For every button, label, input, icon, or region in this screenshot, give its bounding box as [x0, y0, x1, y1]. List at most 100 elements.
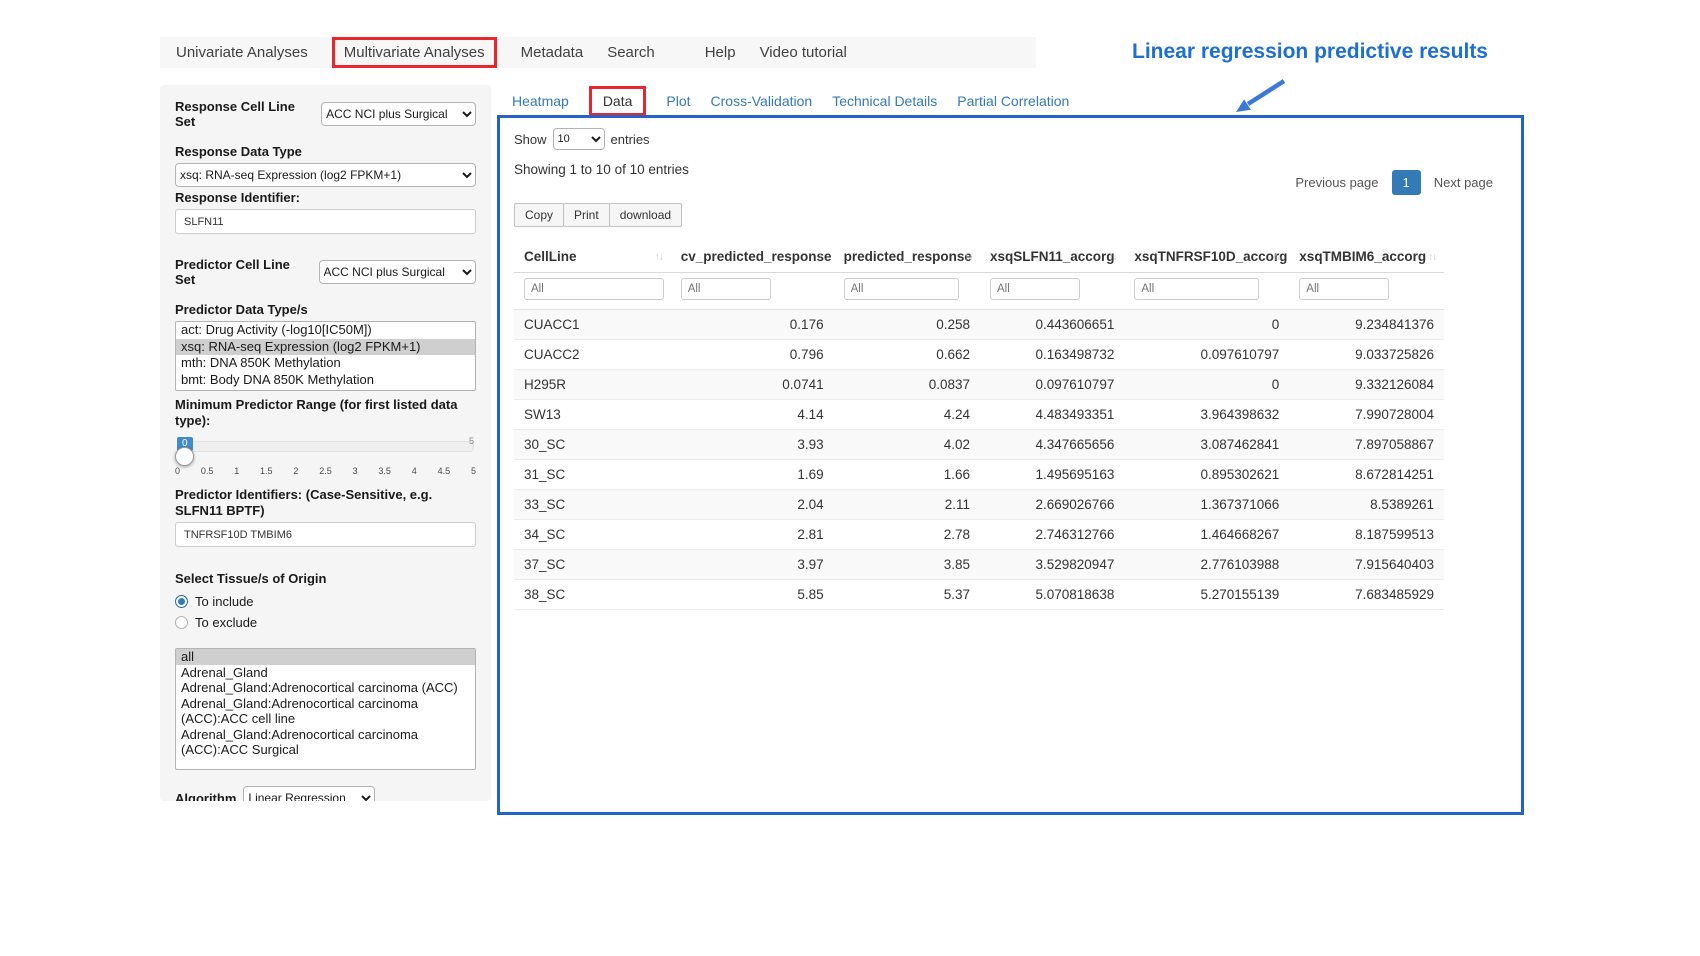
filter-input-xsqtnfrsf10d-accorg[interactable] — [1134, 278, 1259, 300]
radio-to-include[interactable]: To include — [175, 594, 476, 609]
table-row[interactable]: CUACC10.1760.2580.44360665109.234841376 — [514, 310, 1444, 340]
tab-partial-correlation[interactable]: Partial Correlation — [957, 93, 1069, 109]
cell-line-name: 30_SC — [514, 430, 671, 460]
filter-input-cv-predicted-response[interactable] — [681, 278, 771, 300]
cell-value: 2.78 — [834, 520, 980, 550]
column-header-cellline[interactable]: CellLine↑↓ — [514, 241, 671, 273]
table-row[interactable]: 31_SC1.691.661.4956951630.8953026218.672… — [514, 460, 1444, 490]
cell-value: 4.483493351 — [980, 400, 1124, 430]
sort-icon[interactable]: ↑↓ — [655, 251, 663, 262]
tab-cross-validation[interactable]: Cross-Validation — [711, 93, 813, 109]
copy-button[interactable]: Copy — [514, 203, 564, 227]
filter-input-xsqtmbim6-accorg[interactable] — [1299, 278, 1389, 300]
predictor-data-type-option-act-drug-activity-log10-ic50m[interactable]: act: Drug Activity (-log10[IC50M]) — [176, 322, 475, 339]
tissue-option-adrenal-gland-adrenocortical-carcinoma-acc-acc-s[interactable]: Adrenal_Gland:Adrenocortical carcinoma (… — [176, 727, 475, 758]
slider-tick: 4 — [412, 466, 417, 476]
slider-track[interactable] — [177, 441, 474, 452]
min-range-slider[interactable]: 0 5 00.511.522.533.544.55 — [175, 433, 476, 479]
algorithm-select[interactable]: Linear Regression — [243, 786, 375, 801]
nav-item-search[interactable]: Search — [607, 44, 655, 61]
column-header-xsqtnfrsf10d-accorg[interactable]: xsqTNFRSF10D_accorg↑↓ — [1124, 241, 1289, 273]
tab-plot[interactable]: Plot — [666, 93, 690, 109]
response-identifier-input[interactable] — [175, 209, 476, 234]
filter-input-cellline[interactable] — [524, 278, 664, 300]
tab-technical-details[interactable]: Technical Details — [832, 93, 937, 109]
tissue-origin-label: Select Tissue/s of Origin — [175, 571, 476, 587]
sort-icon[interactable]: ↑↓ — [964, 251, 972, 262]
download-button[interactable]: download — [609, 203, 682, 227]
table-row[interactable]: CUACC20.7960.6620.1634987320.0976107979.… — [514, 340, 1444, 370]
cell-value: 8.5389261 — [1289, 490, 1444, 520]
algorithm-label: Algorithm — [175, 791, 236, 802]
column-header-xsqslfn11-accorg[interactable]: xsqSLFN11_accorg↑↓ — [980, 241, 1124, 273]
tab-data[interactable]: Data — [589, 86, 647, 116]
radio-include-icon[interactable] — [175, 595, 188, 608]
response-data-type-select[interactable]: xsq: RNA-seq Expression (log2 FPKM+1) — [175, 163, 476, 187]
cell-value: 8.672814251 — [1289, 460, 1444, 490]
table-row[interactable]: 37_SC3.973.853.5298209472.7761039887.915… — [514, 550, 1444, 580]
predictor-data-type-option-bmt-body-dna-850k-methylation[interactable]: bmt: Body DNA 850K Methylation — [176, 372, 475, 389]
sort-icon[interactable]: ↑↓ — [1428, 251, 1436, 262]
tissue-origin-listbox[interactable]: allAdrenal_GlandAdrenal_Gland:Adrenocort… — [175, 648, 476, 770]
sidebar-panel: Response Cell Line Set ACC NCI plus Surg… — [160, 85, 491, 801]
nav-item-metadata[interactable]: Metadata — [521, 44, 584, 61]
radio-exclude-icon[interactable] — [175, 616, 188, 629]
predictor-data-type-listbox[interactable]: act: Drug Activity (-log10[IC50M])xsq: R… — [175, 321, 476, 391]
table-row[interactable]: H295R0.07410.08370.09761079709.332126084 — [514, 370, 1444, 400]
cell-value: 4.14 — [671, 400, 834, 430]
predictor-cell-line-set-label: Predictor Cell Line Set — [175, 257, 312, 287]
filter-input-predicted-response[interactable] — [844, 278, 959, 300]
previous-page-button[interactable]: Previous page — [1285, 170, 1388, 195]
column-header-predicted-response[interactable]: predicted_response↑↓ — [834, 241, 980, 273]
tissue-option-all[interactable]: all — [176, 649, 475, 665]
cell-value: 1.464668267 — [1124, 520, 1289, 550]
next-page-button[interactable]: Next page — [1424, 170, 1503, 195]
sort-icon[interactable]: ↑↓ — [1273, 251, 1281, 262]
table-row[interactable]: 30_SC3.934.024.3476656563.0874628417.897… — [514, 430, 1444, 460]
page-length-select[interactable]: 10 — [553, 128, 605, 150]
filter-cell-cv-predicted-response — [671, 273, 834, 310]
sort-icon[interactable]: ↑↓ — [1108, 251, 1116, 262]
table-row[interactable]: SW134.144.244.4834933513.9643986327.9907… — [514, 400, 1444, 430]
slider-tick: 3 — [353, 466, 358, 476]
tab-heatmap[interactable]: Heatmap — [512, 93, 569, 109]
cell-line-name: CUACC1 — [514, 310, 671, 340]
cell-value: 0.097610797 — [980, 370, 1124, 400]
nav-item-help[interactable]: Help — [705, 44, 736, 61]
cell-line-name: SW13 — [514, 400, 671, 430]
response-cell-line-set-select[interactable]: ACC NCI plus Surgical — [321, 102, 476, 126]
predictor-data-type-option-xsq-rna-seq-expression-log2-fpkm-1[interactable]: xsq: RNA-seq Expression (log2 FPKM+1) — [176, 339, 475, 356]
slider-handle[interactable] — [175, 447, 194, 466]
cell-line-name: H295R — [514, 370, 671, 400]
cell-line-name: 31_SC — [514, 460, 671, 490]
tissue-option-adrenal-gland-adrenocortical-carcinoma-acc[interactable]: Adrenal_Gland:Adrenocortical carcinoma (… — [176, 680, 475, 696]
column-header-cv-predicted-response[interactable]: cv_predicted_response↑↓ — [671, 241, 834, 273]
table-row[interactable]: 38_SC5.855.375.0708186385.2701551397.683… — [514, 580, 1444, 610]
table-row[interactable]: 34_SC2.812.782.7463127661.4646682678.187… — [514, 520, 1444, 550]
nav-item-univariate-analyses[interactable]: Univariate Analyses — [176, 44, 308, 61]
tissue-option-adrenal-gland-adrenocortical-carcinoma-acc-acc-c[interactable]: Adrenal_Gland:Adrenocortical carcinoma (… — [176, 696, 475, 727]
tissue-option-adrenal-gland[interactable]: Adrenal_Gland — [176, 665, 475, 681]
column-header-xsqtmbim6-accorg[interactable]: xsqTMBIM6_accorg↑↓ — [1289, 241, 1444, 273]
print-button[interactable]: Print — [563, 203, 610, 227]
results-panel: Show 10 entries Showing 1 to 10 of 10 en… — [497, 115, 1524, 815]
cell-value: 3.087462841 — [1124, 430, 1289, 460]
page-number-button[interactable]: 1 — [1392, 170, 1421, 195]
radio-to-exclude[interactable]: To exclude — [175, 615, 476, 630]
filter-input-xsqslfn11-accorg[interactable] — [990, 278, 1080, 300]
predictor-identifiers-input[interactable] — [175, 522, 476, 547]
annotation-arrow-icon — [1228, 76, 1292, 120]
table-row[interactable]: 33_SC2.042.112.6690267661.3673710668.538… — [514, 490, 1444, 520]
cell-value: 7.915640403 — [1289, 550, 1444, 580]
min-predictor-range-label: Minimum Predictor Range (for first liste… — [175, 397, 476, 429]
slider-tick: 1 — [234, 466, 239, 476]
slider-ticks: 00.511.522.533.544.55 — [175, 466, 476, 476]
slider-tick: 3.5 — [378, 466, 391, 476]
predictor-data-type-option-mth-dna-850k-methylation[interactable]: mth: DNA 850K Methylation — [176, 355, 475, 372]
predictor-cell-line-set-select[interactable]: ACC NCI plus Surgical — [319, 260, 477, 284]
nav-item-multivariate-analyses[interactable]: Multivariate Analyses — [332, 37, 497, 68]
nav-item-video-tutorial[interactable]: Video tutorial — [760, 44, 847, 61]
cell-value: 3.85 — [834, 550, 980, 580]
sort-icon[interactable]: ↑↓ — [818, 251, 826, 262]
cell-value: 5.37 — [834, 580, 980, 610]
